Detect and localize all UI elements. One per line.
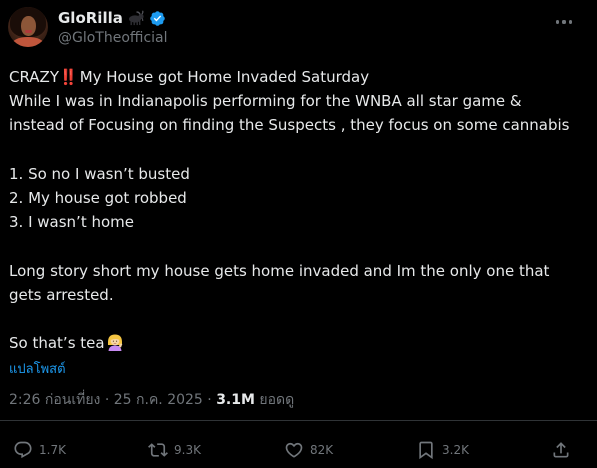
repost-button[interactable]: 9.3K	[148, 438, 201, 462]
tweet-line: CRAZY‼️ My House got Home Invaded Saturda…	[9, 65, 589, 89]
reply-count: 1.7K	[39, 443, 66, 457]
tweet-line: Long story short my house gets home inva…	[9, 261, 550, 280]
avatar-face	[21, 16, 36, 36]
verified-badge-icon[interactable]	[149, 10, 166, 27]
goat-emoji-icon	[127, 10, 145, 26]
tweet-text: CRAZY‼️ My House got Home Invaded Saturda…	[9, 65, 589, 355]
bookmark-button[interactable]: 3.2K	[416, 438, 469, 462]
share-button[interactable]	[551, 438, 571, 462]
author-name-row: GloRilla	[58, 8, 166, 28]
translate-post-link[interactable]: แปลโพสต์	[9, 358, 66, 379]
tweet-meta: 2:26 ก่อนเที่ยง · 25 ก.ค. 2025 · 3.1M ยอ…	[9, 389, 294, 411]
more-options-button[interactable]	[549, 10, 579, 34]
repost-count: 9.3K	[174, 443, 201, 457]
heart-icon	[285, 442, 303, 458]
more-dot-icon	[568, 20, 572, 24]
tweet-action-bar: 1.7K 9.3K 82K 3.2K	[0, 438, 597, 464]
tweet-line1-prefix: CRAZY	[9, 68, 59, 86]
tweet-timestamp[interactable]: 2:26 ก่อนเที่ยง · 25 ก.ค. 2025 ·	[9, 392, 216, 408]
author-display-name[interactable]: GloRilla	[58, 9, 123, 27]
more-dot-icon	[562, 20, 566, 24]
tweet-list-item: 2. My house got robbed	[9, 188, 187, 207]
tweet-list-item: 3. I wasn’t home	[9, 213, 134, 232]
tweet-line: instead of Focusing on finding the Suspe…	[9, 116, 570, 135]
like-button[interactable]: 82K	[284, 438, 333, 462]
tweet-line: gets arrested.	[9, 285, 114, 304]
tweet-line: While I was in Indianapolis performing f…	[9, 92, 522, 111]
tweet-closing: So that’s tea	[9, 334, 105, 353]
bookmark-icon	[419, 441, 433, 460]
tweet-list-item: 1. So no I wasn’t busted	[9, 164, 190, 183]
divider	[0, 420, 597, 421]
views-label: ยอดดู	[254, 392, 295, 408]
reply-icon	[14, 441, 32, 459]
avatar-body	[12, 37, 44, 47]
share-icon	[553, 442, 569, 458]
author-avatar[interactable]	[8, 7, 48, 47]
reply-button[interactable]: 1.7K	[13, 438, 66, 462]
tweet-detail: GloRilla @GloTheofficial CRAZY‼️ My Hous…	[0, 0, 597, 468]
repost-icon	[148, 443, 168, 457]
like-count: 82K	[310, 443, 334, 457]
bookmark-count: 3.2K	[442, 443, 469, 457]
author-handle[interactable]: @GloTheofficial	[58, 30, 168, 46]
tweet-line1-rest: My House got Home Invaded Saturday	[79, 68, 370, 86]
more-dot-icon	[556, 20, 560, 24]
tweet-line: So that’s tea	[9, 331, 589, 355]
woman-tipping-hand-emoji-icon	[106, 333, 124, 352]
views-count: 3.1M	[216, 392, 255, 408]
avatar-lips	[25, 30, 32, 33]
double-exclamation-emoji: ‼️	[59, 68, 78, 86]
